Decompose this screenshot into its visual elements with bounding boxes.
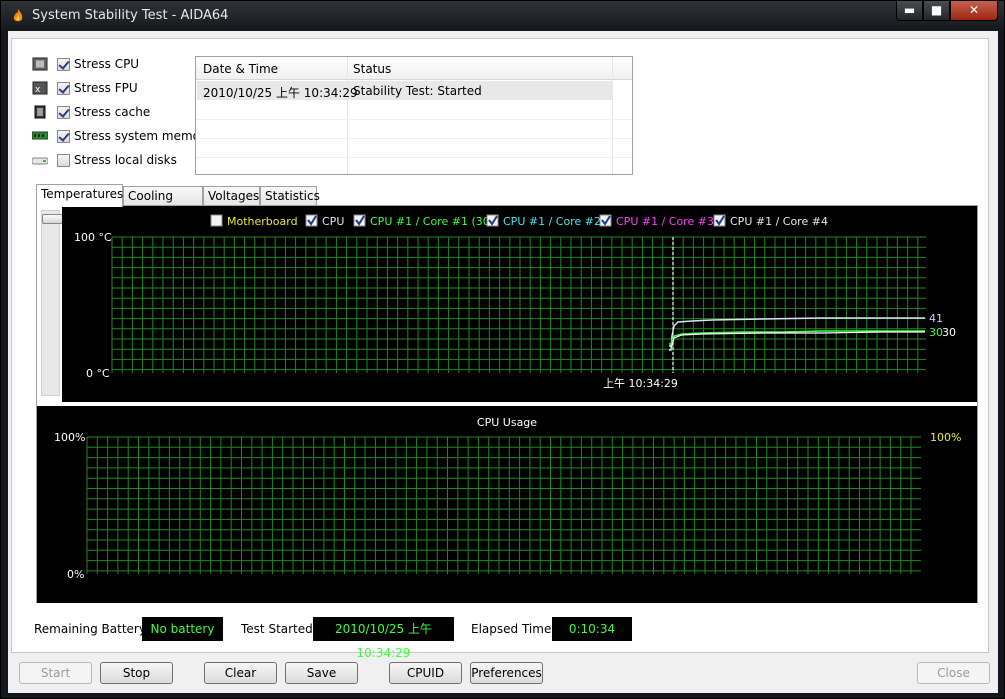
- cpu-usage-title: CPU Usage: [477, 416, 537, 429]
- checkbox[interactable]: [57, 153, 70, 167]
- tab-statistics[interactable]: Statistics: [260, 186, 320, 206]
- svg-text:x: x: [35, 85, 41, 95]
- checkbox[interactable]: [57, 81, 70, 95]
- fpu-icon: x: [32, 81, 48, 95]
- battery-value: No battery: [142, 617, 223, 641]
- checkbox[interactable]: [57, 57, 70, 71]
- temperature-graph: Motherboard CPU CPU #1 / Core #1 (30) CPU #…: [62, 206, 977, 402]
- legend-label: CPU #1 / Core #3: [616, 215, 714, 228]
- legend-label: CPU: [322, 215, 344, 228]
- stress-option-label[interactable]: Stress cache: [74, 105, 150, 119]
- close-button[interactable]: Close: [917, 662, 990, 684]
- checkbox[interactable]: [57, 129, 70, 143]
- legend-label: CPU #1 / Core #2: [503, 215, 601, 228]
- start-button[interactable]: Start: [19, 662, 92, 684]
- legend-item[interactable]: Motherboard: [210, 214, 298, 228]
- title-bar[interactable]: System Stability Test - AIDA64 ▬ ■ ✕: [1, 1, 1004, 31]
- status-row: Test Started:: [241, 617, 317, 641]
- legend-item[interactable]: CPU: [305, 214, 344, 228]
- row-divider: [196, 157, 632, 158]
- cpu-usage-value-label: 100%: [930, 431, 961, 444]
- cpu-usage-grid: [86, 436, 921, 574]
- value-label-core1: 30: [929, 326, 943, 339]
- legend-item[interactable]: CPU #1 / Core #3: [599, 214, 714, 228]
- value-label-core4: 30: [942, 326, 956, 339]
- tab-cooling-fans[interactable]: Cooling Fans: [123, 186, 203, 217]
- aida64-window: System Stability Test - AIDA64 ▬ ■ ✕ Str…: [0, 0, 1005, 699]
- cpu-usage-graph: CPU Usage 100% 0% 100%: [37, 406, 977, 603]
- value-label-cpu: 41: [929, 312, 943, 325]
- cpuid-button[interactable]: CPUID: [389, 662, 462, 684]
- column-header-status[interactable]: Status: [353, 62, 391, 76]
- legend-checkbox[interactable]: [210, 214, 223, 227]
- preferences-button[interactable]: Preferences: [470, 662, 543, 684]
- time-label: 上午 10:34:29: [603, 377, 678, 390]
- stress-option-label[interactable]: Stress CPU: [74, 57, 139, 71]
- save-button[interactable]: Save: [285, 662, 358, 684]
- memory-icon: [32, 131, 48, 140]
- aida64-flame-icon: [13, 9, 23, 22]
- graph-scale-slider[interactable]: [41, 210, 60, 396]
- temperature-grid: [111, 236, 926, 373]
- stress-option-label[interactable]: Stress FPU: [74, 81, 138, 95]
- cpu-icon: [32, 57, 48, 71]
- y-max-label: 100 °C: [74, 231, 112, 244]
- temperature-legend: Motherboard CPU CPU #1 / Core #1 (30) CPU #…: [210, 214, 828, 228]
- window-title: System Stability Test - AIDA64: [32, 8, 229, 23]
- maximize-button[interactable]: ■: [923, 1, 950, 21]
- stress-option-stress-system-memory[interactable]: Stress system memory: [32, 126, 212, 146]
- log-header: Date & Time Status: [196, 57, 632, 80]
- log-table: Date & Time Status 2010/10/25 上午 10:34:2…: [195, 56, 633, 175]
- legend-label: Motherboard: [227, 215, 298, 228]
- tab-temperatures[interactable]: Temperatures: [36, 184, 123, 207]
- log-row[interactable]: 2010/10/25 上午 10:34:29 Stability Test: S…: [197, 81, 613, 100]
- y-min-label: 0 °C: [86, 367, 110, 380]
- disk-icon: [32, 157, 48, 165]
- row-divider: [196, 138, 632, 139]
- stress-option-label[interactable]: Stress local disks: [74, 153, 177, 167]
- temperatures-tab-page: Motherboard CPU CPU #1 / Core #1 (30) CPU #…: [36, 205, 978, 603]
- row-divider: [196, 119, 632, 120]
- legend-item[interactable]: CPU #1 / Core #1 (30): [353, 214, 494, 228]
- log-row-status: Stability Test: Started: [353, 84, 482, 98]
- legend-label: CPU #1 / Core #1 (30): [370, 215, 494, 228]
- legend-item[interactable]: CPU #1 / Core #4: [713, 214, 828, 228]
- stress-option-stress-cpu[interactable]: Stress CPU: [32, 54, 139, 74]
- elapsed-time-value: 0:10:34: [552, 617, 632, 641]
- cache-icon: [34, 105, 46, 119]
- stress-option-label[interactable]: Stress system memory: [74, 129, 212, 143]
- clear-button[interactable]: Clear: [204, 662, 277, 684]
- minimize-button[interactable]: ▬: [896, 1, 923, 21]
- battery-label: Remaining Battery:: [34, 622, 150, 636]
- slider-thumb[interactable]: [42, 214, 63, 224]
- status-row: Remaining Battery:: [34, 617, 149, 641]
- tab-voltages[interactable]: Voltages: [203, 186, 260, 206]
- log-row-datetime: 2010/10/25 上午 10:34:29: [203, 86, 358, 100]
- test-started-value: 2010/10/25 上午 10:34:29: [313, 617, 454, 660]
- status-row: Elapsed Time:: [471, 617, 555, 641]
- main-panel: Stress CPU x Stress FPU Stress cache Stress …: [11, 38, 989, 660]
- legend-label: CPU #1 / Core #4: [730, 215, 828, 228]
- cpu-y-min-label: 0%: [67, 568, 84, 581]
- elapsed-time-label: Elapsed Time:: [471, 622, 556, 636]
- stress-option-stress-fpu[interactable]: x Stress FPU: [32, 78, 138, 98]
- checkbox[interactable]: [57, 105, 70, 119]
- stress-option-stress-local-disks[interactable]: Stress local disks: [32, 150, 177, 170]
- legend-item[interactable]: CPU #1 / Core #2: [486, 214, 601, 228]
- test-started-label: Test Started:: [241, 622, 317, 636]
- column-header-datetime[interactable]: Date & Time: [203, 62, 278, 76]
- stress-option-stress-cache[interactable]: Stress cache: [32, 102, 150, 122]
- window-close-button[interactable]: ✕: [950, 1, 998, 21]
- cpu-y-max-label: 100%: [54, 431, 85, 444]
- client-area: Stress CPU x Stress FPU Stress cache Stress …: [8, 31, 998, 693]
- stop-button[interactable]: Stop: [100, 662, 173, 684]
